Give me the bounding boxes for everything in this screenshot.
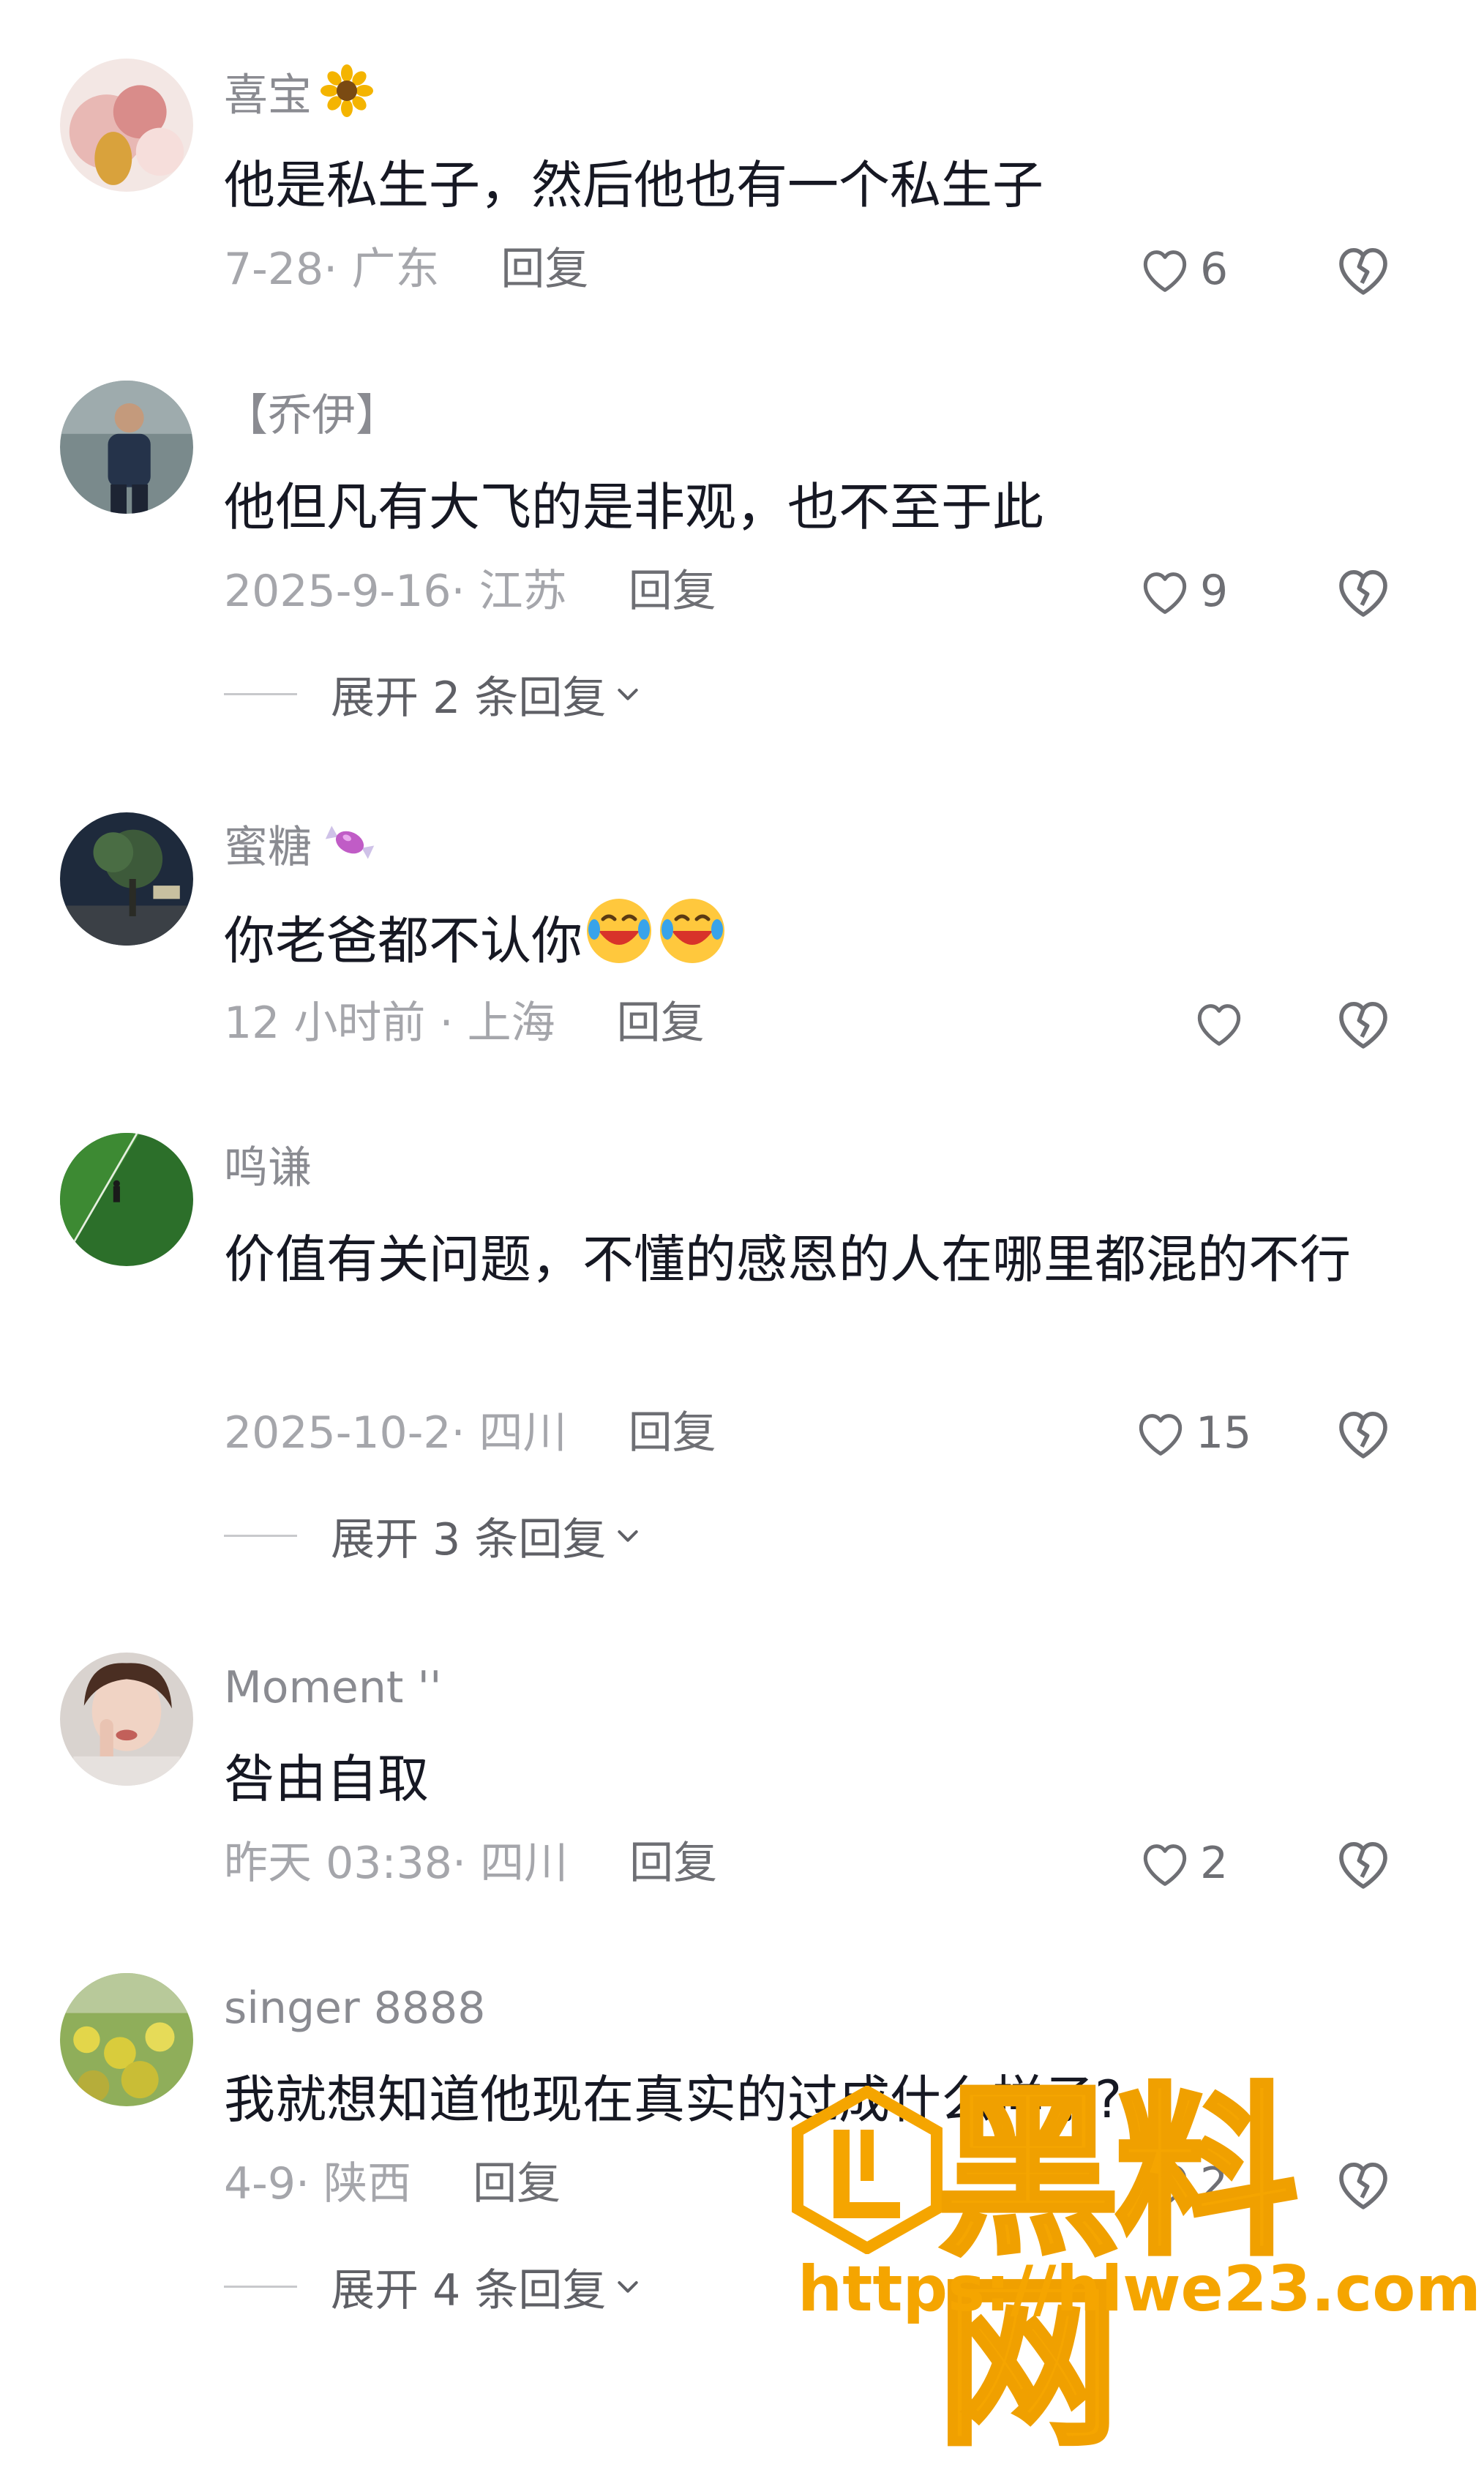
comment-meta: 7-28· 广东 回复 — [224, 240, 588, 299]
avatar[interactable] — [60, 1653, 193, 1786]
like-count: 2 — [1200, 1838, 1229, 1889]
like-button[interactable]: 2 — [1136, 1830, 1228, 1896]
broken-heart-icon — [1339, 1841, 1387, 1889]
laughing-crying-emoji-icon — [656, 894, 729, 995]
dislike-button[interactable] — [1330, 558, 1396, 624]
heart-outline-icon — [1143, 1844, 1187, 1886]
expand-replies-button[interactable]: 展开 2 条回复 — [224, 665, 642, 724]
candy-icon — [321, 820, 379, 879]
broken-heart-icon — [1339, 1411, 1387, 1459]
broken-heart-icon — [1339, 569, 1387, 617]
like-count: 6 — [1200, 244, 1229, 295]
timestamp-location: 2025-9-16· 江苏 — [224, 566, 567, 617]
watermark: 黑料网 https://hlwe23.com — [790, 2064, 1481, 2461]
avatar[interactable] — [60, 1133, 193, 1266]
comment-meta: 昨天 03:38· 四川 回复 — [224, 1834, 717, 1893]
reply-button[interactable]: 回复 — [629, 566, 716, 617]
broken-heart-icon — [1339, 1001, 1387, 1049]
divider — [224, 692, 297, 695]
username[interactable]: singer 8888 — [224, 1979, 485, 2037]
username[interactable]: 喜宝 — [224, 64, 373, 132]
expand-replies-label: 展开 3 条回复 — [331, 1513, 607, 1565]
comment-meta: 4-9· 陕西 回复 — [224, 2155, 561, 2213]
heart-outline-icon — [1139, 1414, 1183, 1456]
watermark-url: https://hlwe23.com — [798, 2253, 1481, 2326]
divider — [224, 2285, 297, 2288]
heart-outline-icon — [1143, 572, 1187, 614]
reply-button[interactable]: 回复 — [629, 1838, 717, 1889]
broken-heart-icon — [1339, 247, 1387, 295]
divider — [224, 1534, 297, 1537]
expand-replies-label: 展开 4 条回复 — [331, 2264, 607, 2316]
comment-meta: 2025-10-2· 四川 回复 — [224, 1404, 716, 1462]
comment-text: 你老爸都不认你 — [224, 894, 1409, 995]
timestamp-location: 4-9· 陕西 — [224, 2158, 412, 2209]
avatar[interactable] — [60, 59, 193, 192]
like-count: 15 — [1196, 1407, 1252, 1459]
username[interactable]: 鸣谦 — [224, 1139, 312, 1197]
avatar[interactable] — [60, 1973, 193, 2106]
avatar[interactable] — [60, 381, 193, 514]
like-button[interactable]: 15 — [1131, 1400, 1251, 1466]
heart-outline-icon — [1197, 1004, 1241, 1046]
watermark-logo-icon — [792, 2086, 943, 2254]
timestamp-location: 昨天 03:38· 四川 — [224, 1838, 569, 1889]
comment-meta: 12 小时前 · 上海 回复 — [224, 994, 705, 1052]
dislike-button[interactable] — [1330, 1830, 1396, 1896]
comment-text: 他是私生子，然后他也有一个私生子 — [224, 155, 1043, 215]
avatar[interactable] — [60, 812, 193, 946]
reply-button[interactable]: 回复 — [629, 1407, 716, 1459]
heart-outline-icon — [1143, 250, 1187, 292]
like-button[interactable]: 9 — [1136, 558, 1228, 624]
comment-text: 咎由自取 — [224, 1749, 429, 1809]
comment-text: 价值有关问题，不懂的感恩的人在哪里都混的不行 — [224, 1230, 1351, 1290]
dislike-button[interactable] — [1330, 236, 1396, 302]
expand-replies-button[interactable]: 展开 3 条回复 — [224, 1506, 642, 1565]
expand-replies-button[interactable]: 展开 4 条回复 — [224, 2257, 642, 2316]
reply-button[interactable]: 回复 — [473, 2158, 561, 2209]
chevron-down-icon — [618, 689, 638, 700]
dislike-button[interactable] — [1330, 990, 1396, 1056]
chevron-down-icon — [618, 2281, 638, 2293]
reply-button[interactable]: 回复 — [617, 998, 705, 1049]
like-count: 9 — [1200, 566, 1229, 617]
username[interactable]: 【乔伊】 — [224, 386, 400, 445]
timestamp-location: 12 小时前 · 上海 — [224, 998, 555, 1049]
chevron-down-icon — [618, 1530, 638, 1542]
like-button[interactable] — [1190, 990, 1248, 1056]
comment-meta: 2025-9-16· 江苏 回复 — [224, 562, 716, 621]
like-button[interactable]: 6 — [1136, 236, 1228, 302]
sunflower-icon — [321, 64, 373, 132]
username[interactable]: 蜜糖 — [224, 818, 379, 879]
expand-replies-label: 展开 2 条回复 — [331, 672, 607, 724]
reply-button[interactable]: 回复 — [501, 244, 588, 295]
dislike-button[interactable] — [1330, 1400, 1396, 1466]
comment-text: 他但凡有大飞的是非观，也不至于此 — [224, 477, 1043, 537]
username[interactable]: Moment '' — [224, 1658, 441, 1717]
timestamp-location: 7-28· 广东 — [224, 244, 440, 295]
timestamp-location: 2025-10-2· 四川 — [224, 1407, 567, 1459]
laughing-crying-emoji-icon — [582, 894, 656, 995]
